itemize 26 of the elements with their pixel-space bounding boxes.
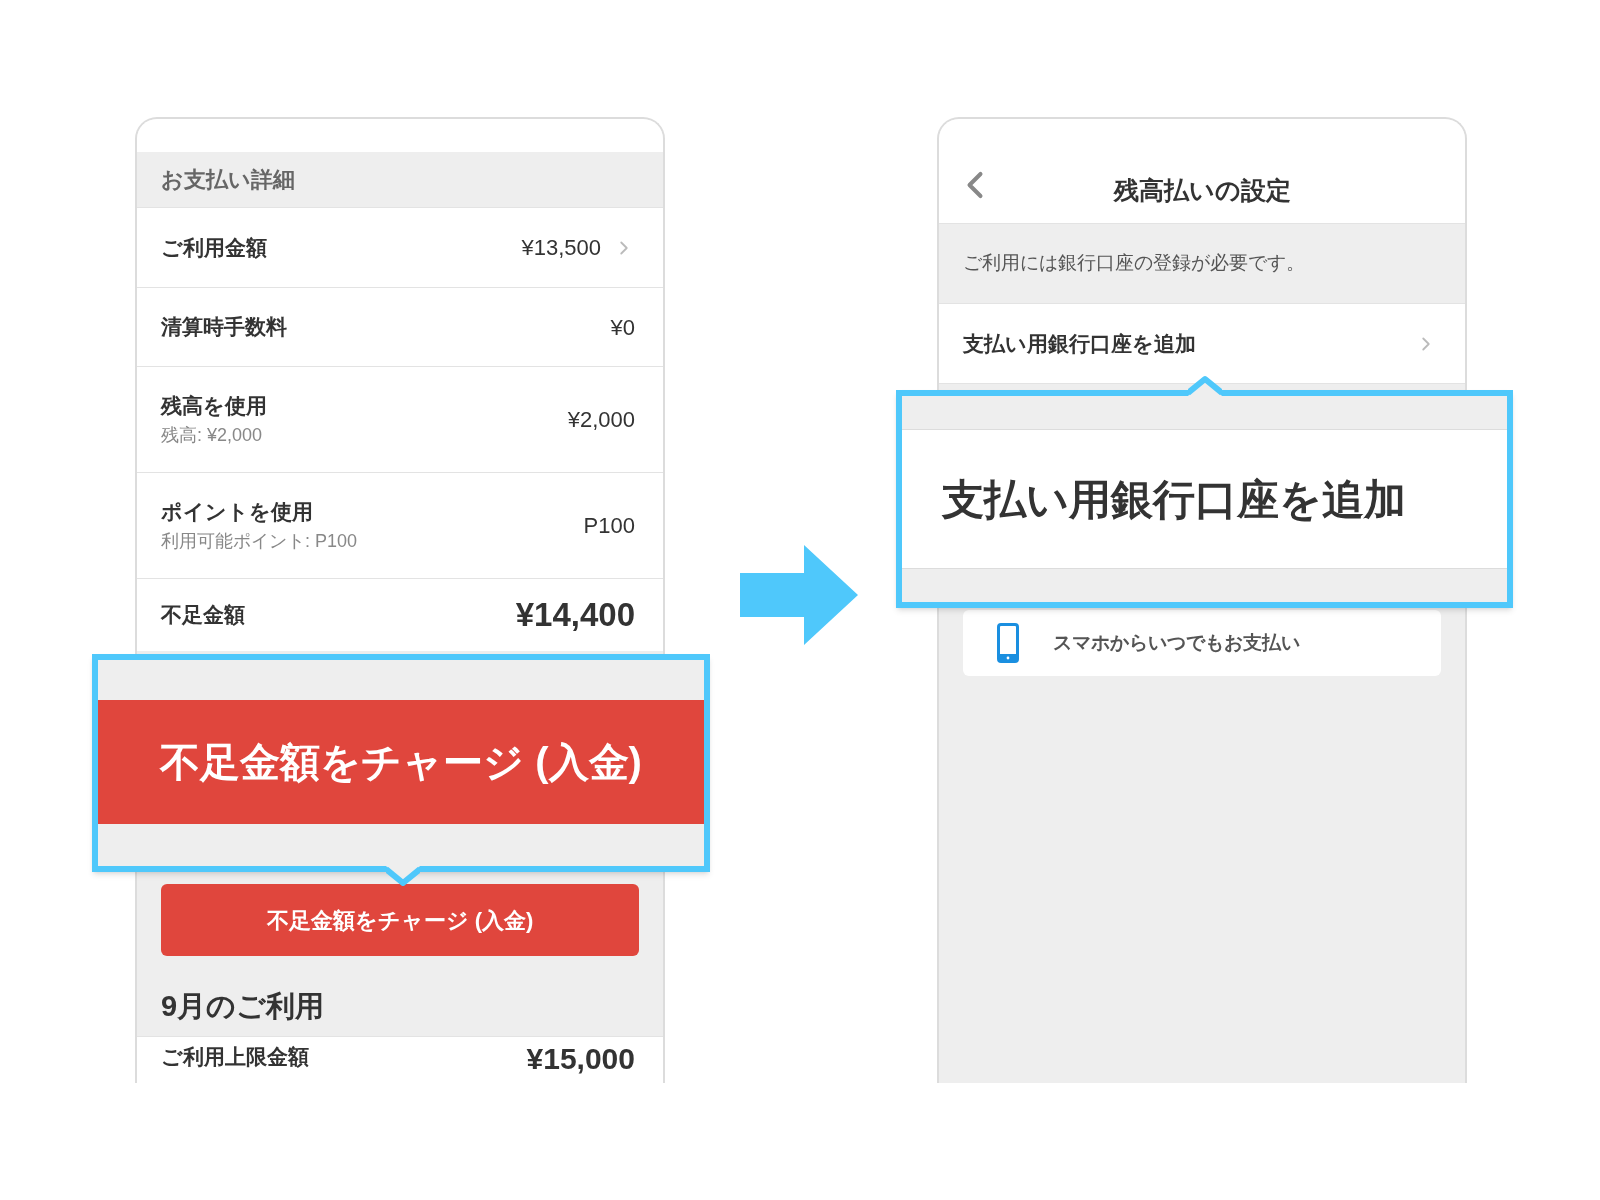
row-value: ¥13,500 bbox=[521, 234, 601, 262]
row-value: ¥0 bbox=[610, 313, 635, 342]
row-label: ポイントを使用 bbox=[161, 499, 314, 526]
arrow-icon bbox=[740, 545, 858, 645]
zoomed-menu-label: 支払い用銀行口座を追加 bbox=[942, 474, 1406, 525]
smartphone-icon bbox=[997, 623, 1019, 663]
row-label: 不足金額 bbox=[161, 602, 245, 629]
menu-label: 支払い用銀行口座を追加 bbox=[963, 330, 1196, 357]
notice-text: ご利用には銀行口座の登録が必要です。 bbox=[963, 251, 1305, 276]
screen-title: 残高払いの設定 bbox=[1113, 174, 1291, 206]
section-header: 9月のご利用 bbox=[161, 988, 325, 1024]
card-text: スマホからいつでもお支払い bbox=[1053, 630, 1300, 655]
row-value: P100 bbox=[583, 512, 635, 540]
row-value: ¥2,000 bbox=[567, 406, 635, 434]
button-label: 不足金額をチャージ (入金) bbox=[160, 739, 642, 786]
row-label: ご利用金額 bbox=[161, 234, 267, 261]
row-label: 残高を使用 bbox=[161, 393, 267, 420]
row-value: ¥15,000 bbox=[526, 1041, 635, 1077]
menu-item[interactable]: 支払い用銀行口座を追加 bbox=[939, 304, 1465, 384]
row-label: ご利用上限金額 bbox=[161, 1044, 309, 1070]
section-header: お支払い詳細 bbox=[161, 166, 295, 194]
charge-button[interactable]: 不足金額をチャージ (入金) bbox=[161, 884, 639, 956]
row-label: 清算時手数料 bbox=[161, 314, 287, 341]
row-sublabel: 利用可能ポイント: P100 bbox=[161, 529, 358, 553]
row-value: ¥14,400 bbox=[515, 595, 635, 636]
row-sublabel: 残高: ¥2,000 bbox=[161, 423, 264, 447]
